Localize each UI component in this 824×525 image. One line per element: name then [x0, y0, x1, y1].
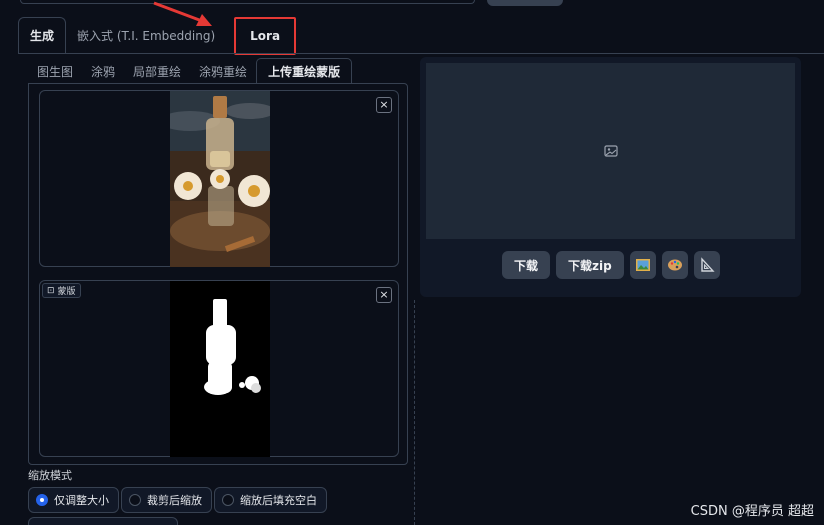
tab-divider [18, 53, 824, 54]
ruler-icon [701, 257, 715, 272]
send-to-inpaint-button[interactable] [661, 251, 688, 279]
tab-inpaint-sketch[interactable]: 涂鸦重绘 [190, 58, 256, 84]
radio-dot [222, 494, 234, 506]
radio-label: 缩放后填充空白 [240, 494, 317, 507]
download-button[interactable]: 下载 [502, 251, 551, 279]
source-image [170, 91, 270, 267]
radio-partial-row[interactable] [28, 517, 178, 525]
mask-image-box[interactable]: ⊡ 蒙版 × [39, 280, 399, 457]
tab-sketch[interactable]: 涂鸦 [82, 58, 124, 84]
output-panel: 下载 下载zip [420, 57, 801, 297]
radio-resize-fill[interactable]: 缩放后填充空白 [214, 487, 327, 513]
radio-dot [129, 494, 141, 506]
scale-mode-radios: 仅调整大小 裁剪后缩放 缩放后填充空白 [28, 487, 327, 513]
radio-dot-checked [36, 494, 48, 506]
prompt-input-edge[interactable] [20, 0, 475, 4]
tab-generate[interactable]: 生成 [18, 17, 67, 54]
tab-img2img[interactable]: 图生图 [28, 58, 82, 84]
output-buttons: 下载 下载zip [502, 251, 720, 279]
column-divider [414, 300, 415, 525]
send-to-extras-button[interactable] [693, 251, 720, 279]
mask-image [170, 281, 270, 457]
radio-label: 仅调整大小 [54, 494, 109, 507]
output-gallery[interactable] [426, 63, 795, 239]
watermark-text: CSDN @程序员 超超 [690, 504, 814, 519]
generate-button-edge[interactable] [487, 0, 563, 6]
mask-label-text: 蒙版 [57, 287, 76, 297]
scale-mode-title: 缩放模式 [28, 469, 72, 482]
image-icon [635, 259, 650, 271]
close-icon[interactable]: × [376, 97, 392, 113]
tab-inpaint-upload[interactable]: 上传重绘蒙版 [256, 58, 353, 84]
source-image-box[interactable]: × [39, 90, 399, 267]
red-arrow-annotation [153, 1, 212, 26]
send-to-img2img-button[interactable] [629, 251, 656, 279]
tab-inpaint[interactable]: 局部重绘 [124, 58, 190, 84]
palette-icon [667, 259, 682, 271]
mask-label: ⊡ 蒙版 [42, 283, 81, 298]
img2img-tabs: 图生图 涂鸦 局部重绘 涂鸦重绘 上传重绘蒙版 [28, 58, 353, 84]
image-placeholder-icon [604, 145, 618, 157]
radio-label: 裁剪后缩放 [147, 494, 202, 507]
close-icon[interactable]: × [376, 287, 392, 303]
inpaint-upload-panel: × ⊡ 蒙版 × [28, 83, 408, 465]
radio-crop-resize[interactable]: 裁剪后缩放 [121, 487, 212, 513]
image-icon: ⊡ [47, 285, 55, 296]
tab-lora[interactable]: Lora [234, 17, 297, 55]
radio-resize-only[interactable]: 仅调整大小 [28, 487, 119, 513]
download-zip-button[interactable]: 下载zip [556, 251, 624, 279]
